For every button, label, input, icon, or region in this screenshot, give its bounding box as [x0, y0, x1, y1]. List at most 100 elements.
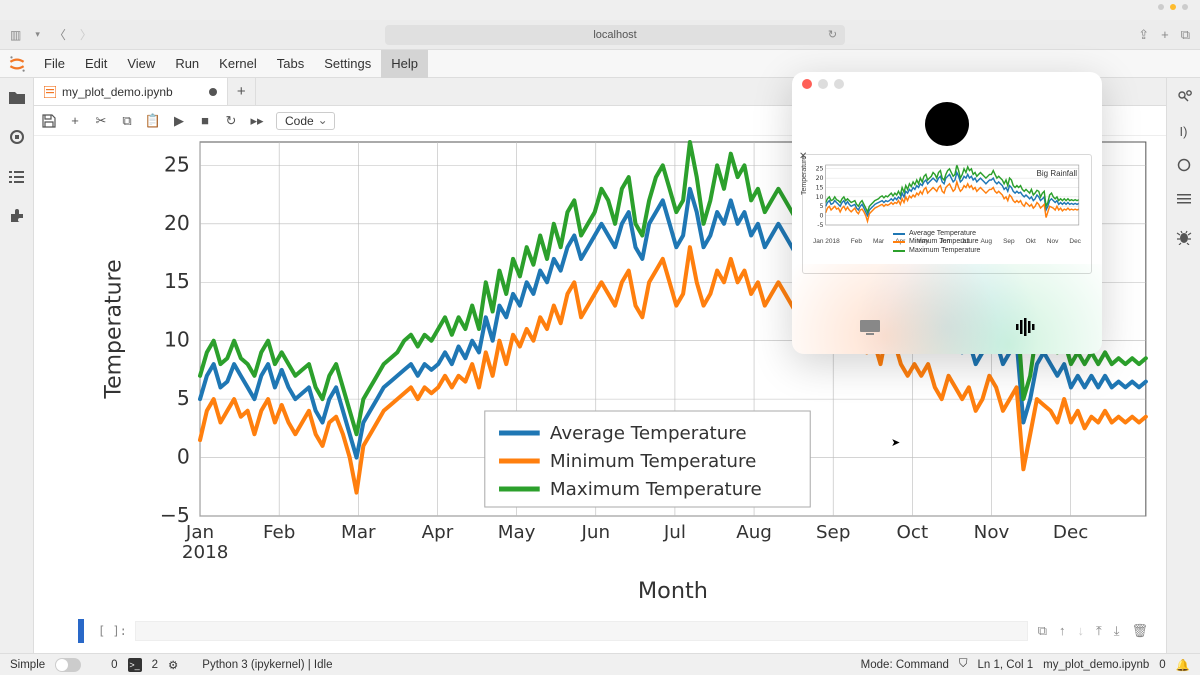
running-icon[interactable]: [8, 128, 26, 146]
save-icon[interactable]: [42, 114, 56, 128]
mouse-cursor: ➤: [891, 436, 900, 449]
jupyter-logo[interactable]: [0, 50, 34, 77]
svg-text:Aug: Aug: [736, 522, 772, 543]
share-icon[interactable]: ⇪: [1138, 27, 1149, 43]
notebook-tab[interactable]: my_plot_demo.ipynb: [34, 78, 228, 105]
menu-edit[interactable]: Edit: [75, 50, 117, 78]
new-tab-icon[interactable]: +: [1161, 27, 1169, 43]
notebook-icon: [44, 86, 56, 98]
code-cell[interactable]: [ ]: ⧉ ↑ ↓ ⤒ ⤓ 🗑: [78, 619, 1148, 643]
stop-icon[interactable]: ■: [198, 114, 212, 128]
svg-text:25: 25: [816, 166, 824, 173]
move-down-icon[interactable]: ↓: [1077, 623, 1084, 639]
overlay-max-icon[interactable]: [834, 79, 844, 89]
mini-annotation: Big Rainfall: [1037, 169, 1077, 178]
svg-text:Nov: Nov: [974, 522, 1010, 543]
kernel-status-icon: I): [1175, 122, 1193, 140]
svg-text:Feb: Feb: [263, 522, 295, 543]
macos-window-controls: [1158, 4, 1188, 10]
svg-text:Maximum Temperature: Maximum Temperature: [550, 479, 762, 500]
sidebar-toggle-icon[interactable]: ▥: [10, 28, 21, 42]
audio-icon[interactable]: [1014, 317, 1036, 342]
overlay-min-icon[interactable]: [818, 79, 828, 89]
svg-text:May: May: [498, 522, 536, 543]
run-all-icon[interactable]: ▸▸: [250, 114, 264, 128]
svg-text:0: 0: [820, 213, 824, 220]
overlay-controls: [792, 317, 1102, 342]
cell-prompt: [ ]:: [98, 624, 127, 638]
svg-text:Dec: Dec: [1053, 522, 1088, 543]
insert-above-icon[interactable]: ⤒: [1096, 623, 1102, 639]
overlay-window[interactable]: ✕ Temperature Big Rainfall -50510152025 …: [792, 72, 1102, 354]
duplicate-cell-icon[interactable]: ⧉: [1038, 623, 1047, 639]
trust-icon[interactable]: ⛉: [959, 658, 968, 671]
svg-text:15: 15: [816, 185, 824, 192]
svg-text:Jul: Jul: [663, 522, 686, 543]
right-sidebar: I): [1166, 78, 1200, 653]
extensions-icon[interactable]: [8, 208, 26, 226]
toc-icon[interactable]: [8, 168, 26, 186]
menu-file[interactable]: File: [34, 50, 75, 78]
kernel-icon[interactable]: ⚙: [168, 658, 178, 672]
move-up-icon[interactable]: ↑: [1059, 623, 1066, 639]
menu-settings[interactable]: Settings: [314, 50, 381, 78]
cell-input[interactable]: [135, 621, 1028, 641]
debugger-icon[interactable]: [1175, 228, 1193, 246]
menu-items: File Edit View Run Kernel Tabs Settings …: [34, 50, 428, 77]
restart-icon[interactable]: ↻: [224, 114, 238, 128]
screen-icon[interactable]: [859, 319, 881, 340]
overlay-camera: [792, 96, 1102, 152]
svg-text:5: 5: [177, 386, 190, 410]
menu-run[interactable]: Run: [165, 50, 209, 78]
svg-text:15: 15: [164, 269, 190, 293]
tabs-icon[interactable]: ⧉: [1181, 27, 1190, 43]
nav-back-icon[interactable]: 〈: [54, 26, 66, 43]
celltype-select[interactable]: Code: [276, 112, 335, 130]
more-icon[interactable]: [1175, 190, 1193, 208]
cell-toolbar: ⧉ ↑ ↓ ⤒ ⤓ 🗑: [1038, 623, 1148, 639]
run-icon[interactable]: ▶: [172, 114, 186, 128]
kernel-status: Python 3 (ipykernel) | Idle: [202, 659, 332, 671]
reload-icon[interactable]: ↻: [828, 28, 837, 41]
file-status: my_plot_demo.ipynb: [1043, 659, 1149, 671]
svg-text:0: 0: [177, 445, 190, 469]
svg-text:25: 25: [164, 153, 190, 177]
menu-tabs[interactable]: Tabs: [267, 50, 314, 78]
menu-help[interactable]: Help: [381, 50, 428, 78]
add-cell-icon[interactable]: +: [68, 114, 82, 128]
cut-icon[interactable]: ✂: [94, 114, 108, 128]
simple-label: Simple: [10, 659, 45, 671]
mini-legend: Average Temperature Minimum Temperature …: [893, 230, 980, 255]
url-bar[interactable]: localhost ↻: [385, 25, 845, 45]
alerts-count: 0: [1159, 659, 1165, 671]
menu-view[interactable]: View: [117, 50, 165, 78]
simple-toggle[interactable]: [55, 658, 81, 672]
cell-active-indicator: [78, 619, 84, 643]
overlay-close-icon[interactable]: [802, 79, 812, 89]
new-tab-button[interactable]: +: [228, 78, 256, 105]
svg-text:Jan: Jan: [185, 522, 214, 543]
svg-text:5: 5: [820, 203, 824, 210]
copy-icon[interactable]: ⧉: [120, 114, 134, 128]
nav-forward-icon[interactable]: 〉: [80, 26, 92, 43]
insert-below-icon[interactable]: ⤓: [1114, 623, 1120, 639]
svg-text:Minimum Temperature: Minimum Temperature: [550, 451, 756, 472]
terminals-count: 0: [111, 659, 117, 671]
svg-text:Temperature: Temperature: [101, 259, 127, 399]
svg-text:Month: Month: [638, 578, 708, 604]
delete-cell-icon[interactable]: 🗑: [1131, 623, 1148, 639]
svg-text:Mar: Mar: [341, 522, 376, 543]
notification-icon[interactable]: 🔔: [1176, 658, 1190, 672]
menu-kernel[interactable]: Kernel: [209, 50, 267, 78]
tab-dropdown-icon[interactable]: ▾: [35, 29, 40, 40]
overlay-thumbnail[interactable]: ✕ Temperature Big Rainfall -50510152025 …: [802, 154, 1092, 274]
svg-text:Sep: Sep: [816, 522, 850, 543]
terminal-icon[interactable]: >_: [128, 658, 142, 672]
property-inspector-icon[interactable]: [1175, 88, 1193, 106]
overlay-titlebar: [792, 72, 1102, 96]
svg-text:2018: 2018: [182, 542, 229, 563]
svg-text:20: 20: [164, 211, 190, 235]
paste-icon[interactable]: 📋: [146, 114, 160, 128]
file-browser-icon[interactable]: [8, 88, 26, 106]
mode-status: Mode: Command: [861, 659, 949, 671]
